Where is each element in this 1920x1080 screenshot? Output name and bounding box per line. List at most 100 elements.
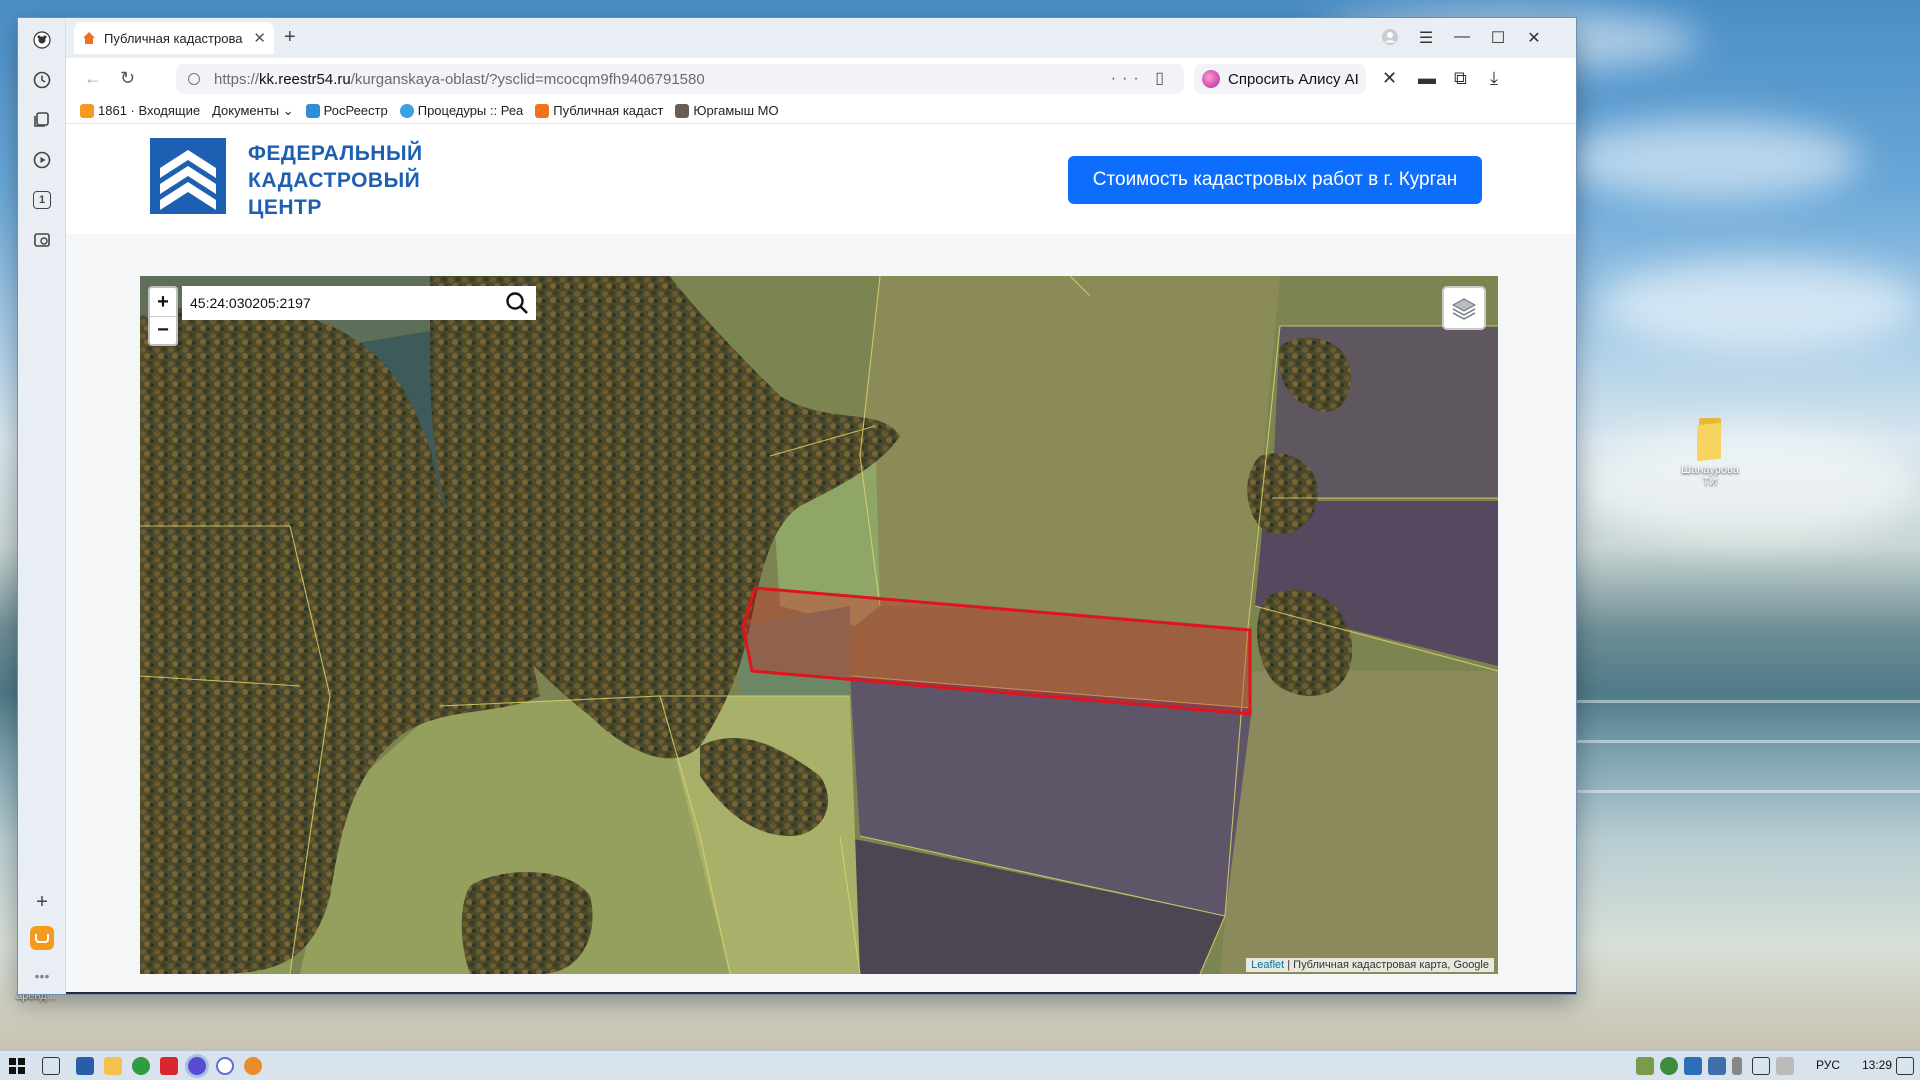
map-attribution: Leaflet | Публичная кадастровая карта, G… (1246, 958, 1494, 972)
protect-icon[interactable]: ▬ (1418, 68, 1436, 89)
wave-line (1560, 700, 1920, 703)
layers-button[interactable] (1442, 286, 1486, 330)
bookmark-public-cadastre[interactable]: Публичная кадаст (535, 103, 663, 118)
logo-icon[interactable] (150, 138, 226, 214)
bookmark-label: Публичная кадаст (553, 103, 664, 118)
wave-line (1560, 740, 1920, 743)
close-window-icon[interactable]: ✕ (1524, 28, 1544, 48)
alice-icon (1202, 70, 1220, 88)
screenshot-icon[interactable] (28, 226, 56, 254)
bookmark-procedures[interactable]: Процедуры :: Реа (399, 103, 523, 118)
cloud (1560, 120, 1860, 200)
extension-icon[interactable]: ✕ (1382, 68, 1397, 89)
pdf-app-icon[interactable] (160, 1057, 178, 1075)
taskbar: РУС 13:29 (0, 1050, 1920, 1080)
logo-line: ЦЕНТР (248, 196, 322, 219)
reload-icon[interactable]: ↻ (120, 68, 135, 89)
procedures-icon (399, 103, 414, 118)
maximize-icon[interactable]: ☐ (1488, 28, 1508, 48)
leaflet-link[interactable]: Leaflet (1251, 959, 1284, 971)
file-explorer-icon[interactable] (104, 1057, 122, 1075)
video-play-icon[interactable] (28, 146, 56, 174)
download-icon[interactable]: ⤓ (1490, 68, 1498, 89)
bookmark-label: РосРеестр (323, 103, 388, 118)
tab-title: Публичная кадастрова (104, 30, 243, 46)
tab-active[interactable]: Публичная кадастрова ✕ (74, 22, 274, 54)
address-row: ← ↻ https://kk.reestr54.ru/kurganskaya-o… (66, 58, 1576, 98)
profile-icon[interactable] (1380, 28, 1400, 51)
new-tab-button[interactable]: + (284, 26, 296, 49)
desktop-icon-label: ТИ (1702, 476, 1718, 488)
zoom-out-button[interactable]: − (150, 316, 176, 344)
c-app-icon[interactable] (216, 1057, 234, 1075)
cadastral-number-input[interactable]: 45:24:030205:2197 (190, 295, 311, 311)
yurgamysh-icon (675, 103, 690, 118)
search-icon[interactable] (504, 290, 530, 316)
bookmark-mail[interactable]: 1861 · Входящие (80, 103, 200, 118)
site-footer (66, 992, 1576, 994)
tray-app-icon[interactable] (1684, 1057, 1702, 1075)
address-bar[interactable]: https://kk.reestr54.ru/kurganskaya-oblas… (176, 64, 1184, 94)
zoom-control: + − (148, 286, 178, 346)
desktop-folder-shortcut[interactable]: Шанаурова ТИ (1670, 418, 1750, 488)
cadastral-cost-button[interactable]: Стоимость кадастровых работ в г. Курган (1068, 156, 1482, 204)
logo-line: КАДАСТРОВЫЙ (248, 169, 421, 192)
network-icon[interactable] (1752, 1057, 1770, 1075)
back-icon[interactable]: ← (84, 68, 102, 89)
volume-muted-icon[interactable] (1776, 1057, 1794, 1075)
wave-line (1560, 790, 1920, 793)
ask-alice-button[interactable]: Спросить Алису AI (1194, 64, 1366, 94)
bookmark-label: Юргамыш МО (693, 103, 779, 118)
bookmark-rosreestr[interactable]: РосРеестр (305, 103, 388, 118)
mail-app-icon[interactable] (28, 924, 56, 952)
web-page: ФЕДЕРАЛЬНЫЙ КАДАСТРОВЫЙ ЦЕНТР Стоимость … (66, 124, 1576, 994)
site-favicon-icon (82, 31, 96, 45)
more-icon[interactable]: ••• (28, 962, 56, 990)
tray-app-icon[interactable] (1660, 1057, 1678, 1075)
url-scheme: https:// (214, 70, 260, 88)
windows-start-icon[interactable] (8, 1057, 26, 1075)
bookmark-folder-documents[interactable]: Документы ⌄ (212, 103, 294, 119)
collections-icon[interactable] (28, 106, 56, 134)
security-icon[interactable] (132, 1057, 150, 1075)
language-indicator[interactable]: РУС (1816, 1058, 1840, 1072)
passwords-icon[interactable]: ⧉ (1454, 68, 1467, 89)
menu-icon[interactable]: ☰ (1416, 28, 1436, 48)
add-panel-icon[interactable]: + (28, 888, 56, 916)
site-info-icon[interactable] (188, 73, 200, 85)
bookmark-yurgamysh[interactable]: Юргамыш МО (675, 103, 779, 118)
browser-sidebar: 1 + ••• (18, 18, 66, 994)
task-view-icon[interactable] (42, 1057, 60, 1075)
ask-alice-label: Спросить Алису AI (1228, 70, 1359, 88)
settings-app-icon[interactable] (244, 1057, 262, 1075)
counter-icon[interactable]: 1 (28, 186, 56, 214)
cadastral-map[interactable]: + − 45:24:030205:2197 Leaflet | Публична… (140, 276, 1498, 974)
minimize-icon[interactable]: — (1452, 28, 1472, 46)
logo-line: ФЕДЕРАЛЬНЫЙ (248, 142, 423, 165)
save-app-icon[interactable] (76, 1057, 94, 1075)
browser-logo-icon[interactable] (28, 26, 56, 54)
folder-icon (1693, 418, 1727, 462)
yandex-browser-icon[interactable] (188, 1057, 206, 1075)
site-header: ФЕДЕРАЛЬНЫЙ КАДАСТРОВЫЙ ЦЕНТР Стоимость … (66, 124, 1576, 234)
battery-icon[interactable] (1732, 1057, 1742, 1075)
close-tab-icon[interactable]: ✕ (253, 29, 266, 47)
bookmark-label: 1861 · Входящие (98, 103, 201, 118)
address-more-icon[interactable]: ··· ▯ (1111, 68, 1170, 88)
attribution-text: | Публичная кадастровая карта, Google (1284, 959, 1489, 971)
desktop-icon-label: Шанаурова (1681, 464, 1739, 476)
mail-icon (80, 103, 94, 118)
url-domain: kk.reestr54.ru (259, 70, 351, 88)
zoom-in-button[interactable]: + (150, 288, 176, 316)
logo-text[interactable]: ФЕДЕРАЛЬНЫЙ КАДАСТРОВЫЙ ЦЕНТР (248, 140, 423, 221)
bookmark-label: Документы ⌄ (212, 102, 294, 118)
tray-app-icon[interactable] (1708, 1057, 1726, 1075)
rosreestr-icon (305, 103, 320, 118)
tray-app-icon[interactable] (1636, 1057, 1654, 1075)
history-icon[interactable] (28, 66, 56, 94)
tab-bar: Публичная кадастрова ✕ + ☰ — ☐ ✕ (66, 18, 1576, 58)
cadastral-search-field[interactable]: 45:24:030205:2197 (182, 286, 536, 320)
clock[interactable]: 13:29 (1862, 1058, 1892, 1072)
notifications-icon[interactable] (1896, 1057, 1914, 1075)
cloud (1580, 430, 1920, 540)
